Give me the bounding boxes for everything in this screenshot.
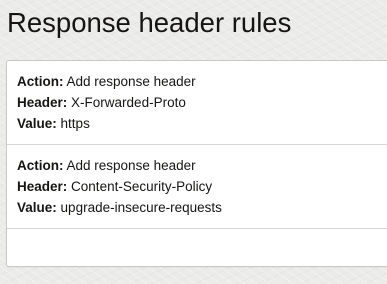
value-value: https [60,116,90,131]
action-label: Action: [17,158,64,173]
rule-value-row: Value: https [17,113,387,134]
action-value: Add response header [66,74,196,89]
rule-header-row: Header: Content-Security-Policy [17,176,387,197]
rules-list: Action: Add response header Header: X-Fo… [6,60,387,267]
value-label: Value: [17,200,57,215]
action-value: Add response header [66,158,196,173]
header-value: X-Forwarded-Proto [71,95,186,110]
rule-action-row: Action: Add response header [17,71,387,92]
empty-rule-slot [7,229,387,266]
rule-item[interactable]: Action: Add response header Header: X-Fo… [7,61,387,145]
rule-header-row: Header: X-Forwarded-Proto [17,92,387,113]
rule-value-row: Value: upgrade-insecure-requests [17,197,387,218]
header-label: Header: [17,179,68,194]
rule-item[interactable]: Action: Add response header Header: Cont… [7,145,387,229]
page-title: Response header rules [7,7,292,38]
value-label: Value: [17,116,57,131]
rule-action-row: Action: Add response header [17,155,387,176]
value-value: upgrade-insecure-requests [60,200,222,215]
header-value: Content-Security-Policy [71,179,213,194]
header-label: Header: [17,95,68,110]
action-label: Action: [17,74,64,89]
